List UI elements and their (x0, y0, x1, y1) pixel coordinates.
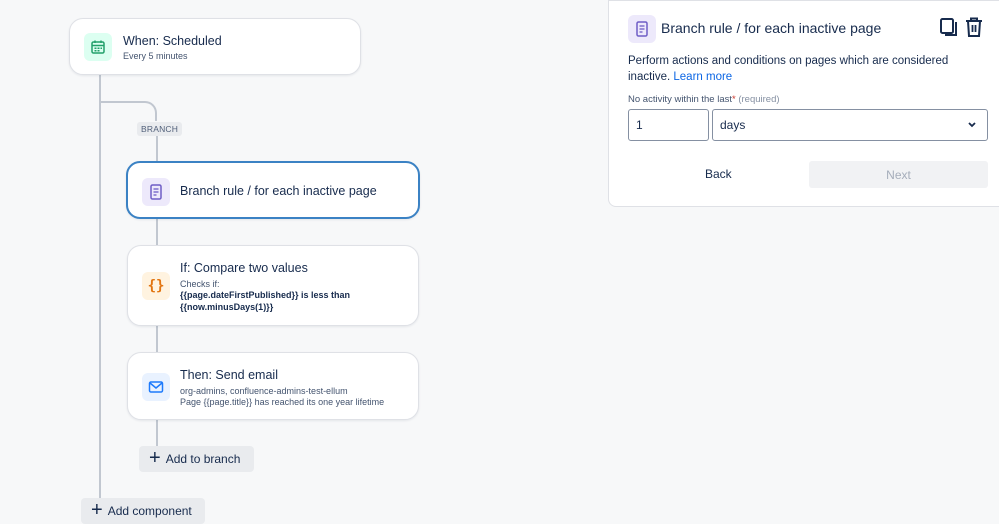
branch-rule-card[interactable]: Branch rule / for each inactive page (126, 161, 420, 219)
branch-line-2 (156, 218, 158, 246)
action-recipients: org-admins, confluence-admins-test-ellum (180, 386, 348, 396)
no-activity-label-text: No activity within the last (628, 94, 733, 105)
trash-icon[interactable] (964, 16, 984, 38)
condition-expression-line1: {{page.dateFirstPublished}} is less than (180, 290, 351, 300)
required-hint: (required) (738, 94, 780, 105)
plus-icon: + (91, 499, 103, 521)
copy-icon[interactable] (939, 17, 959, 37)
action-card[interactable]: Then: Send email org-admins, confluence-… (127, 352, 419, 420)
learn-more-link[interactable]: Learn more (673, 71, 732, 83)
chevron-down-icon (967, 110, 977, 153)
add-to-branch-label: Add to branch (165, 452, 241, 466)
action-title: Then: Send email (180, 368, 278, 382)
condition-card[interactable]: {} If: Compare two values Checks if: {{p… (127, 245, 419, 326)
trunk-line (99, 74, 101, 516)
trigger-card[interactable]: When: Scheduled Every 5 minutes (69, 18, 361, 75)
branch-curve (99, 101, 157, 121)
page-icon (142, 178, 170, 206)
trigger-title: When: Scheduled (123, 34, 222, 48)
add-component-button[interactable]: + Add component (81, 498, 205, 524)
branch-line-1 (156, 135, 158, 163)
required-star: * (732, 94, 736, 105)
condition-title: If: Compare two values (180, 261, 308, 275)
branch-rule-title: Branch rule / for each inactive page (180, 184, 377, 198)
condition-checks-label: Checks if: (180, 279, 220, 289)
trigger-subtitle: Every 5 minutes (123, 51, 188, 61)
condition-expression-line2: {{now.minusDays(1)}} (180, 302, 274, 312)
action-message: Page {{page.title}} has reached its one … (180, 397, 385, 407)
panel-title: Branch rule / for each inactive page (661, 20, 882, 36)
config-panel: Branch rule / for each inactive page Per… (608, 0, 999, 207)
no-activity-number-input[interactable]: 1 (628, 109, 709, 141)
branch-line-3 (156, 325, 158, 353)
back-button[interactable]: Back (705, 167, 732, 181)
branch-line-4 (156, 419, 158, 447)
no-activity-label: No activity within the last* (required) (628, 94, 780, 105)
email-icon (142, 373, 170, 401)
add-to-branch-button[interactable]: + Add to branch (139, 446, 254, 472)
branch-label: BRANCH (137, 122, 183, 136)
plus-icon: + (149, 447, 161, 469)
braces-icon: {} (142, 272, 170, 300)
calendar-icon (84, 33, 112, 61)
time-unit-value: days (720, 118, 746, 132)
page-icon (628, 15, 656, 43)
time-unit-select[interactable]: days (712, 109, 988, 141)
panel-description: Perform actions and conditions on pages … (628, 53, 958, 85)
next-button[interactable]: Next (809, 161, 988, 188)
